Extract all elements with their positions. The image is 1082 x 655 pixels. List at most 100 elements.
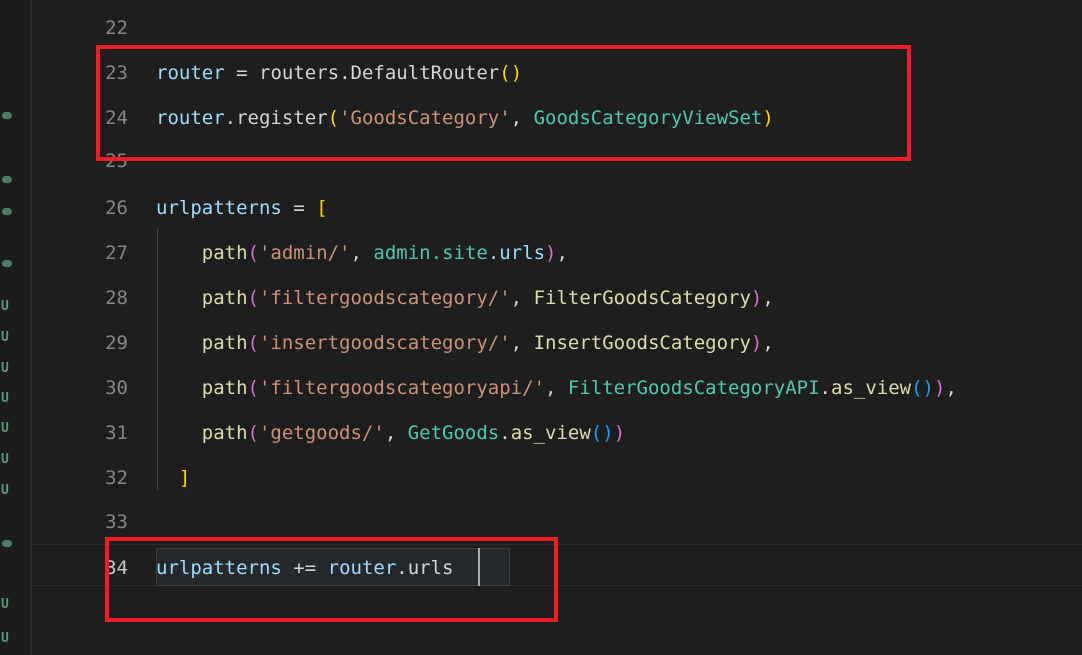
code-token: GetGoods bbox=[407, 422, 500, 444]
code-line[interactable]: path('insertgoodscategory/', InsertGoods… bbox=[156, 331, 774, 355]
minimap-mark-glyph: U bbox=[1, 597, 9, 612]
minimap-mark-glyph: U bbox=[1, 421, 9, 436]
code-token: as_view bbox=[510, 422, 591, 444]
indent-guide bbox=[157, 228, 158, 490]
vscode-editor-window: U U U U U U U U U 22 23 24 25 26 27 28 2… bbox=[0, 0, 1082, 655]
code-token: path bbox=[201, 287, 248, 309]
code-token: , bbox=[510, 287, 523, 309]
code-token: router bbox=[327, 557, 397, 579]
code-token: ) bbox=[613, 422, 626, 444]
code-token: ) bbox=[762, 107, 774, 129]
code-token: . bbox=[396, 557, 408, 579]
code-token: , bbox=[350, 242, 362, 264]
code-token: ) bbox=[750, 287, 763, 309]
code-token: 'getgoods/' bbox=[258, 422, 385, 444]
code-token: . bbox=[819, 377, 831, 399]
minimap-mark-dot bbox=[2, 260, 12, 267]
code-token: ) bbox=[750, 332, 763, 354]
line-number: 25 bbox=[105, 150, 128, 172]
code-token: , bbox=[510, 332, 523, 354]
code-token: InsertGoodsCategory bbox=[533, 332, 751, 354]
line-number: 33 bbox=[105, 511, 128, 533]
code-token: . bbox=[339, 62, 351, 84]
minimap-mark-dot bbox=[2, 208, 12, 215]
line-number: 31 bbox=[105, 422, 128, 444]
code-line[interactable]: urlpatterns = [ bbox=[156, 196, 328, 220]
code-token: ] bbox=[178, 467, 191, 489]
code-token: admin bbox=[373, 242, 431, 264]
code-token: 'filtergoodscategory/' bbox=[258, 287, 511, 309]
line-number: 28 bbox=[105, 287, 128, 309]
code-token: , bbox=[544, 377, 557, 399]
minimap-mark-dot bbox=[2, 176, 12, 183]
code-token: router bbox=[156, 107, 225, 129]
code-token: urlpatterns bbox=[156, 557, 282, 579]
code-token: urlpatterns bbox=[156, 197, 282, 219]
code-token: , bbox=[384, 422, 397, 444]
code-token: . bbox=[430, 242, 443, 264]
code-token: ) bbox=[602, 422, 614, 444]
code-line[interactable]: path('getgoods/', GetGoods.as_view()) bbox=[156, 421, 625, 445]
code-token: register bbox=[236, 107, 328, 129]
code-token: FilterGoodsCategoryAPI bbox=[567, 377, 820, 399]
code-token: ( bbox=[247, 377, 259, 399]
minimap-mark-glyph: U bbox=[1, 330, 9, 345]
code-token: FilterGoodsCategory bbox=[533, 287, 751, 309]
code-token: ( bbox=[247, 422, 259, 444]
code-token: routers bbox=[259, 62, 340, 84]
code-line[interactable]: path('filtergoodscategoryapi/', FilterGo… bbox=[156, 376, 957, 400]
code-token: = bbox=[293, 197, 305, 219]
minimap-mark-glyph: U bbox=[1, 483, 9, 498]
minimap-strip[interactable]: U U U U U U U U U bbox=[0, 0, 29, 655]
code-line[interactable]: router.register('GoodsCategory', GoodsCa… bbox=[156, 106, 774, 130]
code-token: . bbox=[487, 242, 500, 264]
code-token: 'insertgoodscategory/' bbox=[258, 332, 511, 354]
code-token: path bbox=[201, 332, 248, 354]
line-number: 27 bbox=[105, 242, 128, 264]
code-token: , bbox=[556, 242, 568, 264]
code-token: site bbox=[442, 242, 488, 264]
code-line[interactable]: router = routers.DefaultRouter() bbox=[156, 61, 522, 85]
code-token: ( bbox=[247, 287, 259, 309]
code-token: ) bbox=[545, 242, 557, 264]
code-token: ( bbox=[911, 377, 923, 399]
code-token: ( bbox=[590, 422, 603, 444]
line-number: 29 bbox=[105, 332, 128, 354]
code-line[interactable]: ] bbox=[156, 466, 190, 490]
line-number: 26 bbox=[105, 197, 128, 219]
code-token: [ bbox=[316, 197, 328, 219]
code-line-active[interactable]: urlpatterns += router.urls bbox=[156, 556, 454, 580]
code-token: GoodsCategoryViewSet bbox=[533, 107, 763, 129]
code-token: path bbox=[201, 422, 248, 444]
code-token: ( bbox=[499, 62, 511, 84]
minimap-mark-glyph: U bbox=[1, 361, 9, 376]
code-editor-surface[interactable]: 22 23 24 25 26 27 28 29 30 31 32 33 34 r… bbox=[32, 0, 1082, 655]
code-token: 'admin/' bbox=[258, 242, 351, 264]
code-token: . bbox=[499, 422, 511, 444]
minimap-mark-glyph: U bbox=[1, 631, 9, 646]
line-number: 30 bbox=[105, 377, 128, 399]
minimap-mark-glyph: U bbox=[1, 452, 9, 467]
code-token: ) bbox=[510, 62, 523, 84]
code-line[interactable]: path('filtergoodscategory/', FilterGoods… bbox=[156, 286, 774, 310]
code-token: DefaultRouter bbox=[350, 62, 500, 84]
text-caret bbox=[478, 548, 480, 586]
code-token: router bbox=[156, 62, 225, 84]
code-token: path bbox=[201, 377, 248, 399]
code-token: , bbox=[762, 287, 774, 309]
minimap-mark-glyph: U bbox=[1, 299, 9, 314]
code-line[interactable]: path('admin/', admin.site.urls), bbox=[156, 241, 568, 265]
code-token: ) bbox=[922, 377, 934, 399]
code-token: , bbox=[945, 377, 957, 399]
